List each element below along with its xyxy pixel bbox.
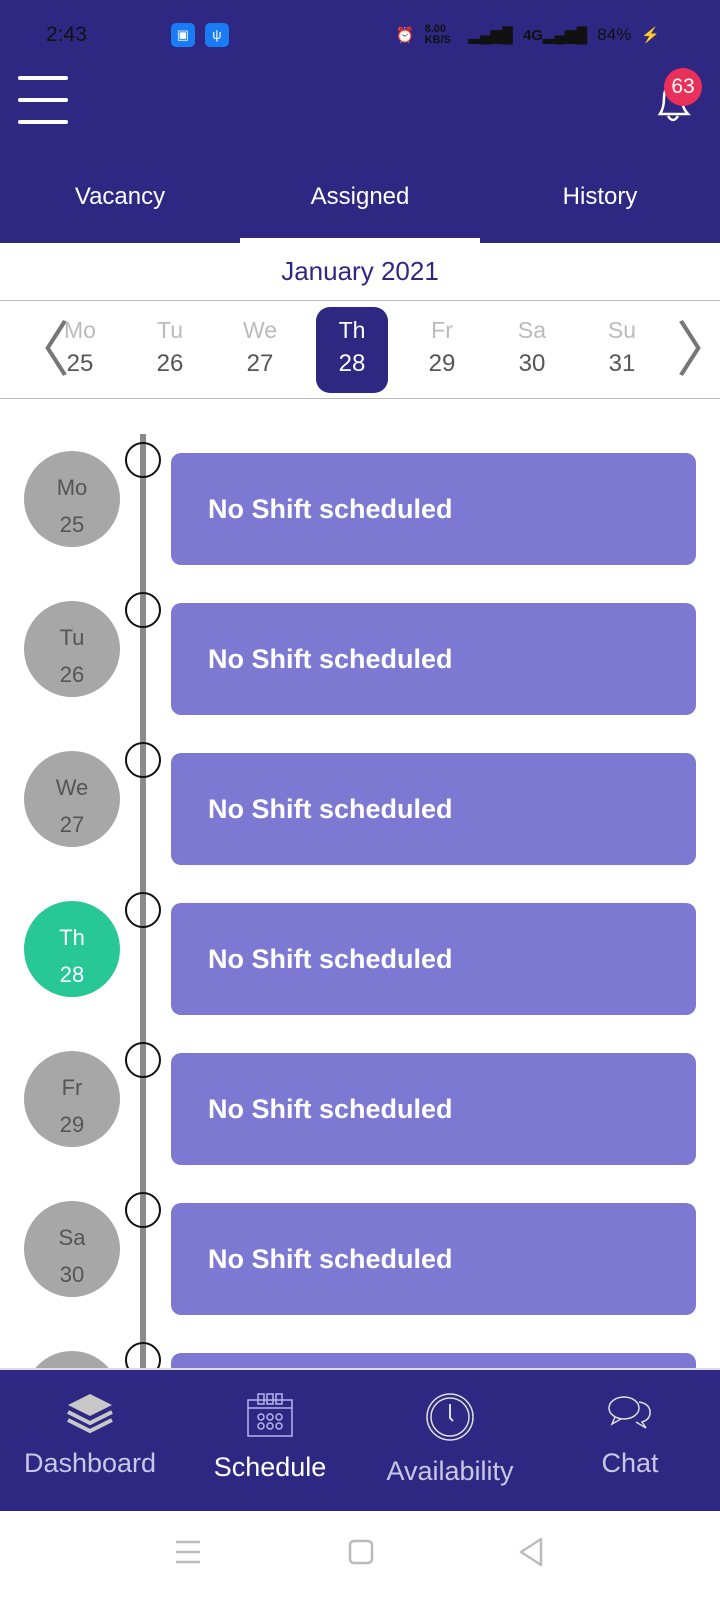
timeline-dot [125, 892, 161, 928]
layers-icon [67, 1394, 113, 1434]
charging-icon: ⚡ [641, 27, 660, 44]
battery-level: 84% [597, 25, 632, 44]
day-circle: Mo 25 [24, 451, 120, 547]
day-number: 27 [59, 812, 85, 837]
date-number: 27 [246, 350, 274, 377]
tab-history[interactable]: History [480, 172, 720, 243]
date-number: 25 [66, 350, 94, 377]
schedule-row: Tu 26 No Shift scheduled [0, 592, 720, 724]
day-circle: Th 28 [24, 901, 120, 997]
tab-vacancy[interactable]: Vacancy [0, 172, 240, 243]
day-number: 28 [59, 962, 85, 987]
nav-label: Chat [601, 1448, 659, 1478]
tab-bar: Vacancy Assigned History [0, 172, 720, 243]
week-day[interactable]: We 27 [224, 307, 296, 393]
notification-badge[interactable]: 63 [664, 68, 702, 106]
shift-card[interactable]: No Shift scheduled [171, 453, 696, 565]
home-icon[interactable] [348, 1539, 374, 1565]
date-number: 31 [608, 350, 636, 377]
system-nav-bar [0, 1511, 720, 1600]
week-strip: 〈 Mo25Tu26We27Th28Fr29Sa30Su31 〉 [0, 301, 720, 399]
date-number: 26 [156, 350, 184, 377]
weekday-label: Mo [64, 317, 96, 343]
usb-icon: ψ [204, 23, 229, 47]
week-day[interactable]: Tu 26 [134, 307, 206, 393]
signal-4g-icon: 4G▂▄▆█ [522, 27, 588, 44]
nav-availability[interactable]: Availability [360, 1370, 540, 1511]
day-label: Tu [59, 625, 85, 650]
day-number: 29 [59, 1112, 85, 1137]
schedule-row: Fr 29 No Shift scheduled [0, 1042, 720, 1174]
status-bar: 2:43 ▣ ψ ⏰ 8.00 KB/S ▂▄▆█ 4G▂▄▆█ 84% ⚡ [46, 20, 660, 50]
schedule-row: Th 28 No Shift scheduled [0, 892, 720, 1024]
schedule-row: Sa 30 No Shift scheduled [0, 1192, 720, 1324]
nav-label: Schedule [213, 1452, 327, 1482]
shift-card[interactable]: No Shift scheduled [171, 753, 696, 865]
week-day[interactable]: Su 31 [586, 307, 658, 393]
day-label: We [55, 775, 89, 800]
timeline-dot [125, 1042, 161, 1078]
day-label: Fr [61, 1075, 83, 1100]
tab-assigned[interactable]: Assigned [240, 172, 480, 243]
weekday-label: Su [607, 317, 637, 343]
chevron-right-icon[interactable]: 〉 [676, 321, 720, 381]
month-label: January 2021 [0, 243, 720, 301]
back-icon[interactable] [518, 1537, 544, 1567]
shift-card[interactable]: No Shift scheduled [171, 603, 696, 715]
weekday-label: Sa [517, 317, 547, 343]
day-number: 26 [59, 662, 85, 687]
app-header: 2:43 ▣ ψ ⏰ 8.00 KB/S ▂▄▆█ 4G▂▄▆█ 84% ⚡ 6… [0, 0, 720, 243]
day-number: 25 [59, 512, 85, 537]
timeline-dot [125, 1192, 161, 1228]
schedule-row: We 27 No Shift scheduled [0, 742, 720, 874]
nav-schedule[interactable]: Schedule [180, 1370, 360, 1511]
day-label: Sa [58, 1225, 86, 1250]
day-circle: Tu 26 [24, 601, 120, 697]
android-icon: ▣ [170, 23, 195, 47]
chat-icon [608, 1396, 651, 1429]
timeline-dot [125, 592, 161, 628]
day-circle: Sa 30 [24, 1201, 120, 1297]
day-label: Mo [56, 475, 88, 500]
date-number: 29 [428, 350, 456, 377]
shift-card[interactable]: No Shift scheduled [171, 903, 696, 1015]
timeline-dot [125, 442, 161, 478]
weekday-label: We [242, 317, 278, 343]
network-speed: 8.00 KB/S [424, 23, 451, 46]
weekday-label: Th [338, 317, 366, 343]
nav-label: Availability [386, 1456, 514, 1486]
day-circle: Fr 29 [24, 1051, 120, 1147]
nav-dashboard[interactable]: Dashboard [0, 1370, 180, 1511]
timeline-dot [125, 742, 161, 778]
nav-label: Dashboard [23, 1448, 157, 1478]
date-number: 30 [518, 350, 546, 377]
week-day[interactable]: Mo 25 [44, 307, 116, 393]
shift-card[interactable]: No Shift scheduled [171, 1053, 696, 1165]
recent-apps-icon[interactable] [175, 1539, 201, 1565]
weekday-label: Tu [157, 317, 183, 343]
shift-card[interactable]: No Shift scheduled [171, 1203, 696, 1315]
clock-icon [426, 1393, 474, 1441]
week-day[interactable]: Sa 30 [496, 307, 568, 393]
day-circle: We 27 [24, 751, 120, 847]
calendar-icon [247, 1393, 293, 1437]
date-number: 28 [338, 350, 366, 377]
week-day[interactable]: Fr 29 [406, 307, 478, 393]
nav-chat[interactable]: Chat [540, 1370, 720, 1511]
menu-button[interactable] [18, 76, 68, 124]
bottom-nav: Dashboard Schedule Availability Chat [0, 1368, 720, 1511]
alarm-icon: ⏰ [395, 27, 415, 44]
schedule-row: Mo 25 No Shift scheduled [0, 442, 720, 574]
week-day[interactable]: Th 28 [316, 307, 388, 393]
day-number: 30 [59, 1262, 85, 1287]
signal-icon: ▂▄▆█ [468, 27, 513, 44]
day-label: Th [59, 925, 85, 950]
weekday-label: Fr [431, 317, 453, 343]
status-time: 2:43 [46, 23, 87, 46]
